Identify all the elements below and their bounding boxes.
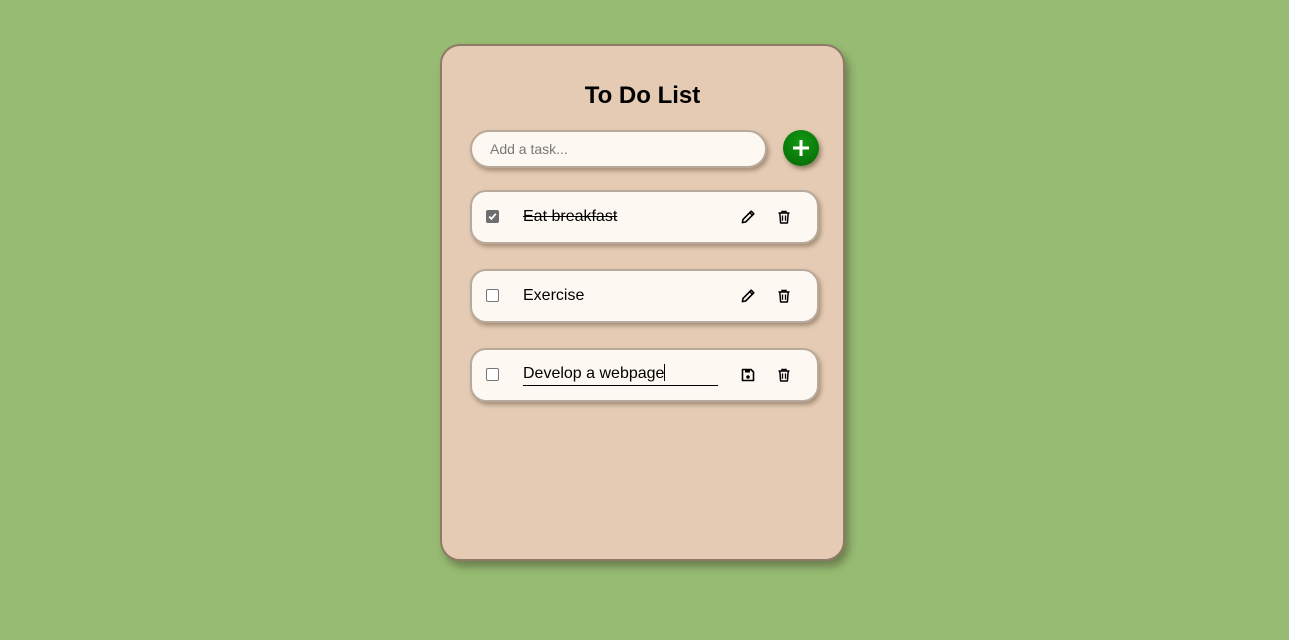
- task-text: Eat breakfast: [523, 208, 618, 225]
- task-checkbox[interactable]: [486, 368, 499, 381]
- edit-button[interactable]: [740, 209, 756, 225]
- checkmark-icon: [488, 213, 497, 221]
- trash-icon: [778, 210, 790, 224]
- todo-card: To Do List Eat breakfast: [440, 44, 845, 561]
- trash-icon: [778, 289, 790, 303]
- save-button[interactable]: [740, 367, 756, 383]
- task-edit-field[interactable]: Develop a webpage: [523, 364, 718, 386]
- delete-button[interactable]: [776, 367, 792, 383]
- pencil-icon: [741, 289, 755, 303]
- floppy-disk-icon: [741, 368, 755, 382]
- delete-button[interactable]: [776, 288, 792, 304]
- delete-button[interactable]: [776, 209, 792, 225]
- text-caret: [664, 364, 666, 381]
- task-checkbox[interactable]: [486, 210, 499, 223]
- pencil-icon: [741, 210, 755, 224]
- plus-icon: [793, 140, 809, 156]
- task-item: Develop a webpage: [470, 348, 819, 402]
- task-item: Exercise: [470, 269, 819, 323]
- trash-icon: [778, 368, 790, 382]
- task-item: Eat breakfast: [470, 190, 819, 244]
- task-checkbox[interactable]: [486, 289, 499, 302]
- page-title: To Do List: [584, 82, 701, 109]
- add-task-button[interactable]: [783, 130, 819, 166]
- task-text: Exercise: [523, 287, 585, 304]
- edit-button[interactable]: [740, 288, 756, 304]
- task-edit-text: Develop a webpage: [523, 365, 665, 382]
- add-task-input[interactable]: [470, 130, 767, 168]
